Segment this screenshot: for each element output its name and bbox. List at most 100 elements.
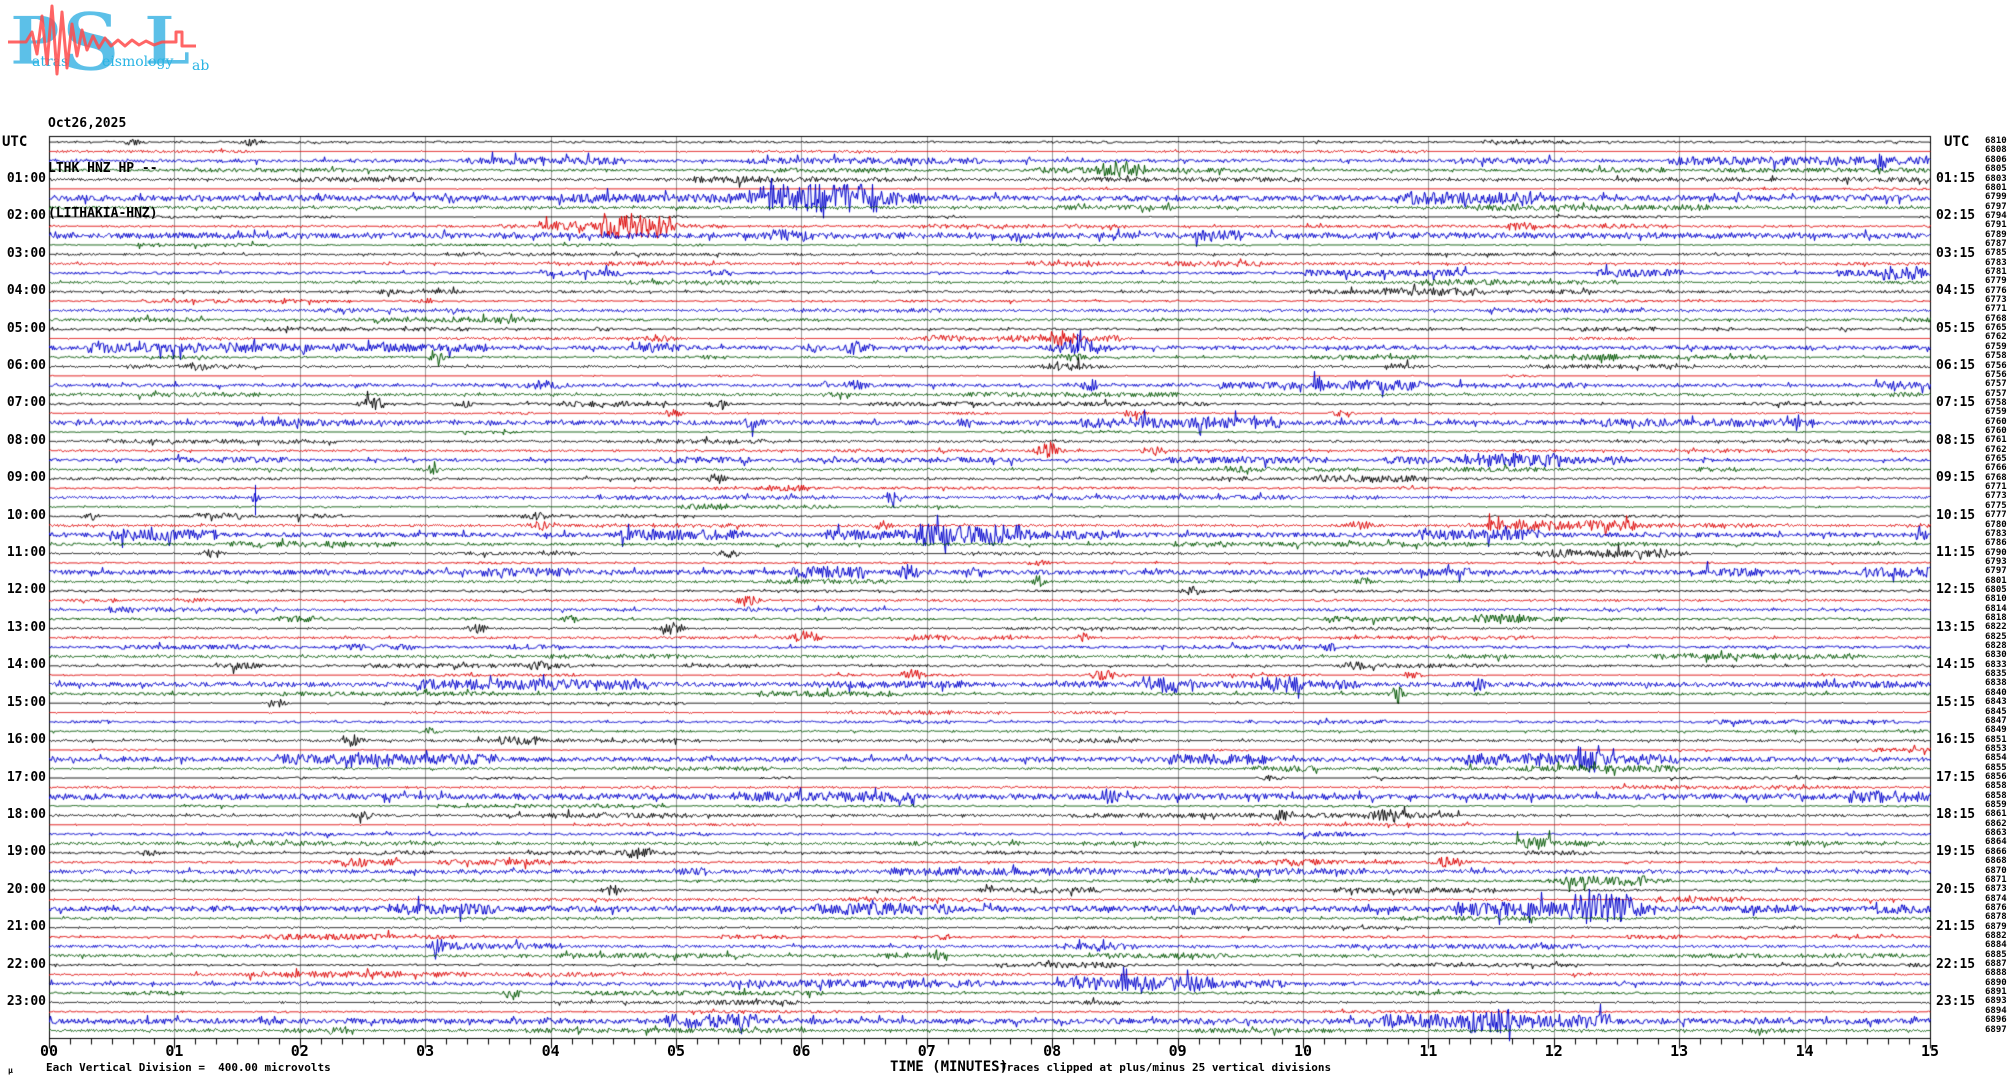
left-hour-label: 17:00	[6, 769, 46, 785]
left-hour-label: 11:00	[6, 545, 46, 561]
right-hour-label: 15:15	[1936, 694, 1976, 710]
x-tick-label: 07	[917, 1042, 936, 1060]
left-hour-label: 22:00	[6, 956, 46, 972]
sequence-id-label: 6854	[1985, 753, 2007, 764]
right-hour-label: 13:15	[1936, 619, 1976, 635]
clip-note: Traces clipped at plus/minus 25 vertical…	[1000, 1061, 1332, 1074]
sequence-id-label: 6785	[1985, 248, 2007, 259]
x-tick-label: 06	[792, 1042, 811, 1060]
sequence-id-label: 6777	[1985, 510, 2007, 521]
x-tick-label: 09	[1168, 1042, 1187, 1060]
sequence-id-label: 6896	[1985, 1015, 2007, 1026]
header-date: Oct26,2025	[48, 116, 127, 131]
x-tick-label: 02	[290, 1042, 309, 1060]
sequence-id-label: 6757	[1985, 379, 2007, 390]
right-hour-label: 17:15	[1936, 769, 1976, 785]
sequence-id-label: 6878	[1985, 912, 2007, 923]
helicorder-canvas	[0, 0, 2010, 1080]
x-tick-label: 13	[1670, 1042, 1689, 1060]
scale-note: Each Vertical Division = 400.00 microvol…	[46, 1061, 331, 1074]
left-hour-label: 08:00	[6, 432, 46, 448]
left-hour-label: 18:00	[6, 806, 46, 822]
left-hour-label: 16:00	[6, 732, 46, 748]
svg-text:atras: atras	[32, 54, 68, 70]
sequence-id-label: 6843	[1985, 697, 2007, 708]
sequence-id-label: 6868	[1985, 856, 2007, 867]
x-tick-label: 10	[1293, 1042, 1313, 1060]
left-hour-label: 04:00	[6, 283, 46, 299]
right-hour-label: 01:15	[1936, 171, 1976, 186]
sequence-id-label: 6873	[1985, 884, 2007, 895]
left-hour-label: 10:00	[6, 507, 46, 523]
x-tick-label: 12	[1544, 1042, 1563, 1060]
right-hour-label: 03:15	[1936, 245, 1976, 261]
right-hour-label: 06:15	[1936, 358, 1976, 374]
utc-label-right: UTC	[1944, 134, 1970, 150]
left-hour-label: 20:00	[6, 881, 46, 897]
sequence-id-label: 6805	[1985, 164, 2007, 175]
header-station: (LITHAKIA-HNZ)	[48, 206, 158, 221]
right-hour-label: 02:15	[1936, 208, 1976, 224]
left-hour-label: 03:00	[6, 245, 46, 261]
left-hour-label: 23:00	[6, 993, 46, 1009]
x-tick-label: 11	[1419, 1042, 1438, 1060]
right-hour-label: 05:15	[1936, 320, 1976, 336]
left-hour-label: 14:00	[6, 657, 46, 673]
right-hour-label: 23:15	[1936, 993, 1976, 1009]
sequence-id-label: 6761	[1985, 435, 2007, 446]
sequence-id-label: 6799	[1985, 192, 2007, 203]
left-hour-label: 12:00	[6, 582, 46, 598]
x-axis-title: TIME (MINUTES)	[890, 1059, 1009, 1075]
right-hour-label: 14:15	[1936, 657, 1976, 673]
sequence-id-label: 6858	[1985, 781, 2007, 792]
sequence-id-label: 6779	[1985, 276, 2007, 287]
sequence-id-label: 6791	[1985, 220, 2007, 231]
right-hour-label: 16:15	[1936, 732, 1976, 748]
right-hour-label: 21:15	[1936, 919, 1976, 935]
x-tick-label: 08	[1043, 1042, 1062, 1060]
right-hour-label: 20:15	[1936, 881, 1976, 897]
right-hour-label: 12:15	[1936, 582, 1976, 598]
left-hour-label: 21:00	[6, 919, 46, 935]
x-tick-label: 03	[416, 1042, 435, 1060]
right-hour-label: 18:15	[1936, 806, 1976, 822]
left-hour-label: 06:00	[6, 358, 46, 374]
x-tick-label: 01	[165, 1042, 184, 1060]
sequence-id-label: 6884	[1985, 940, 2007, 951]
x-tick-label: 04	[541, 1042, 560, 1060]
left-hour-label: 01:00	[6, 171, 46, 186]
svg-text:ab: ab	[192, 58, 209, 74]
left-hour-label: 07:00	[6, 395, 46, 411]
helicorder-page: { "logo": { "letters": ["P","S","L"], "s…	[0, 0, 2010, 1080]
left-hour-label: 09:00	[6, 470, 46, 486]
right-hour-label: 11:15	[1936, 545, 1976, 561]
sequence-id-label: 6810	[1985, 594, 2007, 605]
left-hour-label: 15:00	[6, 694, 46, 710]
left-hour-label: 19:00	[6, 844, 46, 860]
sequence-id-label: 6786	[1985, 538, 2007, 549]
right-hour-label: 09:15	[1936, 470, 1976, 486]
sequence-id-label: 6797	[1985, 566, 2007, 577]
left-hour-label: 02:00	[6, 208, 46, 224]
right-hour-label: 22:15	[1936, 956, 1976, 972]
left-hour-label: 13:00	[6, 619, 46, 635]
sequence-id-label: 6759	[1985, 407, 2007, 418]
x-tick-label: 05	[666, 1042, 686, 1060]
scale-glyph: μ	[8, 1066, 13, 1075]
sequence-id-label: 6897	[1985, 1024, 2007, 1035]
svg-text:eismology: eismology	[102, 54, 174, 70]
x-tick-label: 00	[39, 1042, 59, 1060]
right-hour-label: 10:15	[1936, 507, 1976, 523]
right-hour-label: 08:15	[1936, 432, 1976, 448]
x-tick-label: 15	[1920, 1042, 1940, 1060]
sequence-id-label: 6758	[1985, 351, 2007, 362]
x-tick-label: 14	[1795, 1042, 1814, 1060]
right-hour-label: 19:15	[1936, 844, 1976, 860]
utc-label-left: UTC	[2, 134, 28, 150]
left-hour-label: 05:00	[6, 320, 46, 336]
right-hour-label: 07:15	[1936, 395, 1976, 411]
sequence-id-label: 6849	[1985, 725, 2007, 736]
header-channel: LTHK HNZ HP --	[48, 161, 158, 176]
header-block: Oct26,2025 LTHK HNZ HP -- (LITHAKIA-HNZ)	[48, 86, 158, 236]
psl-logo: P S L atras eismology ab	[8, 2, 209, 80]
